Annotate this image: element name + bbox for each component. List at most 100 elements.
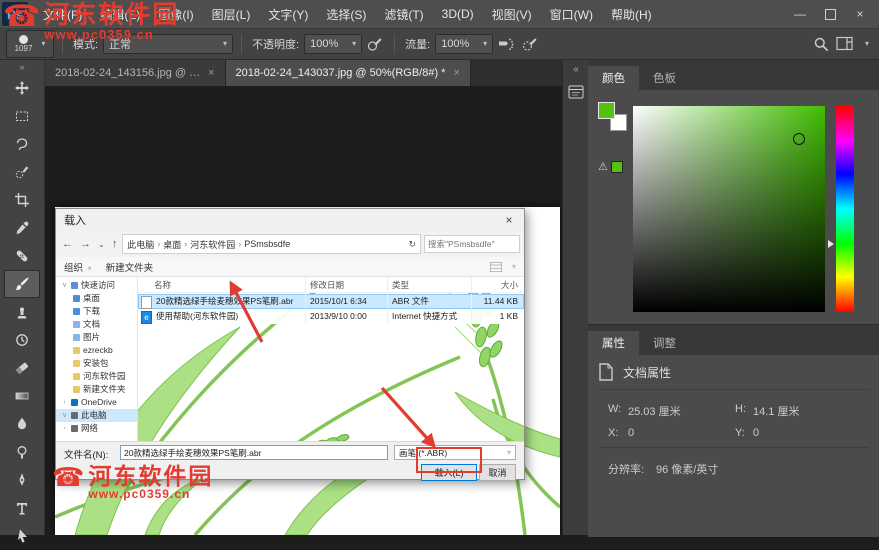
lasso-tool[interactable] — [4, 130, 40, 158]
breadcrumb-current-folder[interactable]: PSmsbsdfe — [244, 239, 290, 249]
eraser-tool[interactable] — [4, 354, 40, 382]
menu-help[interactable]: 帮助(H) — [602, 0, 661, 28]
restore-button[interactable] — [815, 0, 845, 28]
dialog-title-bar[interactable]: 载入 — [56, 209, 524, 231]
airbrush-icon[interactable] — [493, 33, 517, 55]
address-bar[interactable]: 此电脑 › 桌面 › 河东软件园 › PSmsbsdfe ↻ — [122, 234, 421, 254]
tab-adjustments[interactable]: 调整 — [639, 331, 690, 355]
menu-filter[interactable]: 滤镜(T) — [375, 0, 432, 28]
close-button[interactable]: × — [845, 0, 875, 28]
menu-layer[interactable]: 图层(L) — [203, 0, 260, 28]
tab-color[interactable]: 颜色 — [588, 66, 639, 90]
opacity-select[interactable]: 100% ▾ — [304, 33, 363, 54]
hue-slider-marker[interactable] — [828, 240, 834, 248]
sidebar-desktop[interactable]: 桌面 — [56, 292, 137, 305]
search-input[interactable] — [425, 239, 519, 249]
clone-stamp-tool[interactable] — [4, 298, 40, 326]
brush-size-value: 1097 — [14, 43, 33, 53]
breadcrumb-this-pc[interactable]: 此电脑 — [127, 238, 154, 251]
sidebar-this-pc[interactable]: ∨ 此电脑 — [56, 409, 137, 422]
history-dropdown-icon[interactable]: ⌄ — [96, 240, 107, 249]
filetype-select[interactable]: 画笔 (*.ABR) ▾ — [394, 445, 516, 460]
sidebar-folder-ezreckb[interactable]: ezreckb — [56, 344, 137, 357]
column-date[interactable]: 修改日期 — [306, 277, 388, 292]
gradient-tool[interactable] — [4, 382, 40, 410]
healing-brush-icon — [16, 250, 28, 262]
pressure-opacity-icon[interactable] — [362, 33, 386, 55]
load-button[interactable]: 载入(L) — [421, 464, 477, 481]
foreground-color-swatch[interactable] — [598, 102, 615, 119]
gamut-color-chip[interactable] — [610, 160, 623, 173]
organize-button[interactable]: 组织 ▾ — [64, 260, 92, 274]
document-tab-1[interactable]: 2018-02-24_143156.jpg @ … × — [45, 60, 226, 86]
search-icon[interactable] — [809, 33, 833, 55]
menu-3d[interactable]: 3D(D) — [433, 0, 483, 28]
column-type[interactable]: 类型 — [388, 277, 472, 292]
tab-swatches[interactable]: 色板 — [639, 66, 690, 90]
up-icon[interactable]: ↑ — [110, 238, 120, 250]
eyedropper-tool[interactable] — [4, 214, 40, 242]
search-box[interactable] — [424, 235, 520, 253]
collapsed-panel-icon[interactable] — [568, 85, 584, 99]
menu-window[interactable]: 窗口(W) — [541, 0, 602, 28]
brush-tool[interactable] — [4, 270, 40, 298]
crop-tool[interactable] — [4, 186, 40, 214]
sidebar-onedrive[interactable]: › OneDrive — [56, 396, 137, 409]
toolbar-collapse-chevrons[interactable]: » — [0, 60, 44, 74]
pressure-size-icon[interactable] — [517, 33, 541, 55]
document-tab-2[interactable]: 2018-02-24_143037.jpg @ 50%(RGB/8#) * × — [225, 60, 471, 86]
minimize-button[interactable]: — — [785, 0, 815, 28]
breadcrumb-desktop[interactable]: 桌面 — [163, 238, 181, 251]
menu-edit[interactable]: 编辑(E) — [91, 0, 149, 28]
move-tool[interactable] — [4, 74, 40, 102]
menu-view[interactable]: 视图(V) — [483, 0, 541, 28]
close-icon[interactable]: × — [453, 67, 459, 79]
brush-preset-picker[interactable]: 1097 ▾ — [6, 29, 54, 58]
menu-select[interactable]: 选择(S) — [317, 0, 375, 28]
dialog-close-button[interactable]: × — [494, 209, 524, 231]
column-size[interactable]: 大小 — [472, 277, 524, 292]
file-row-help[interactable]: e 使用帮助(河东软件园) 2013/9/10 0:00 Internet 快捷方… — [138, 309, 524, 324]
cancel-button[interactable]: 取消 — [479, 464, 516, 481]
blur-tool[interactable] — [4, 410, 40, 438]
file-row-abr[interactable]: 20款精选绿手绘麦穗效果PS笔刷.abr 2015/10/1 6:34 ABR … — [138, 294, 524, 309]
sidebar-folder-packages[interactable]: 安装包 — [56, 357, 137, 370]
workspace-icon[interactable] — [833, 33, 857, 55]
breadcrumb-folder[interactable]: 河东软件园 — [190, 238, 235, 251]
tab-properties[interactable]: 属性 — [588, 331, 639, 355]
foreground-background-swatches[interactable] — [598, 102, 630, 134]
mode-select[interactable]: 正常 ▾ — [103, 33, 234, 54]
dodge-tool[interactable] — [4, 438, 40, 466]
quick-selection-tool[interactable] — [4, 158, 40, 186]
pen-tool[interactable] — [4, 466, 40, 494]
view-options-icon[interactable] — [489, 261, 502, 272]
menu-file[interactable]: 文件(F) — [34, 0, 91, 28]
sidebar-quick-access[interactable]: ∨ 快速访问 — [56, 279, 137, 292]
filename-input[interactable] — [120, 445, 388, 460]
sidebar-network[interactable]: › 网络 — [56, 422, 137, 435]
hue-slider[interactable] — [836, 106, 854, 312]
type-tool[interactable] — [4, 494, 40, 522]
spot-healing-brush-tool[interactable] — [4, 242, 40, 270]
forward-icon[interactable]: → — [78, 238, 93, 250]
menu-image[interactable]: 图像(I) — [149, 0, 202, 28]
history-brush-tool[interactable] — [4, 326, 40, 354]
flow-select[interactable]: 100% ▾ — [435, 33, 494, 54]
new-folder-button[interactable]: 新建文件夹 — [106, 260, 154, 274]
expand-panels-chevrons[interactable]: « — [563, 64, 589, 75]
sidebar-documents[interactable]: 文档 — [56, 318, 137, 331]
sidebar-folder-hedong[interactable]: 河东软件园 — [56, 370, 137, 383]
x-value: 0 — [628, 427, 635, 439]
back-icon[interactable]: ← — [60, 238, 75, 250]
sidebar-pictures[interactable]: 图片 — [56, 331, 137, 344]
column-name[interactable]: 名称 — [138, 277, 306, 292]
color-picker-marker[interactable] — [793, 133, 805, 145]
close-icon[interactable]: × — [208, 67, 214, 79]
gamut-warning[interactable]: ⚠ — [598, 160, 623, 173]
path-selection-tool[interactable] — [4, 522, 40, 550]
rectangular-marquee-tool[interactable] — [4, 102, 40, 130]
refresh-icon[interactable]: ↻ — [408, 239, 416, 250]
menu-type[interactable]: 文字(Y) — [259, 0, 317, 28]
sidebar-folder-new[interactable]: 新建文件夹 — [56, 383, 137, 396]
sidebar-downloads[interactable]: 下载 — [56, 305, 137, 318]
